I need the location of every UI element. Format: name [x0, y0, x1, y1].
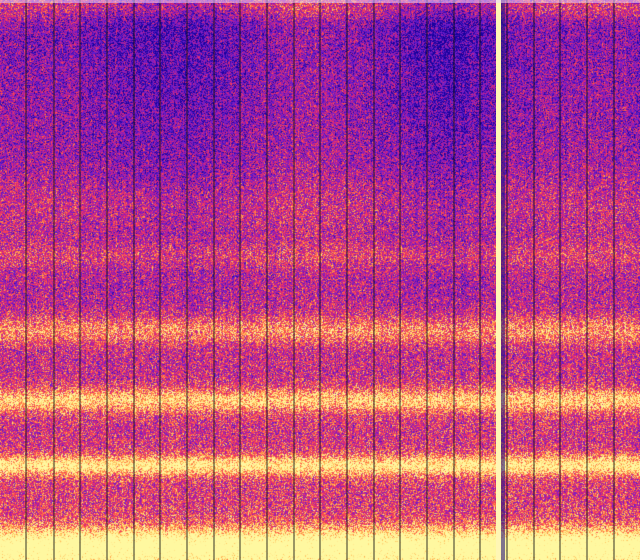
signal-line — [496, 0, 501, 560]
spectrogram-display — [0, 0, 640, 560]
spectrogram-overlay — [0, 0, 640, 560]
signal-line-shadow — [501, 0, 505, 560]
top-edge-strip — [0, 0, 640, 3]
